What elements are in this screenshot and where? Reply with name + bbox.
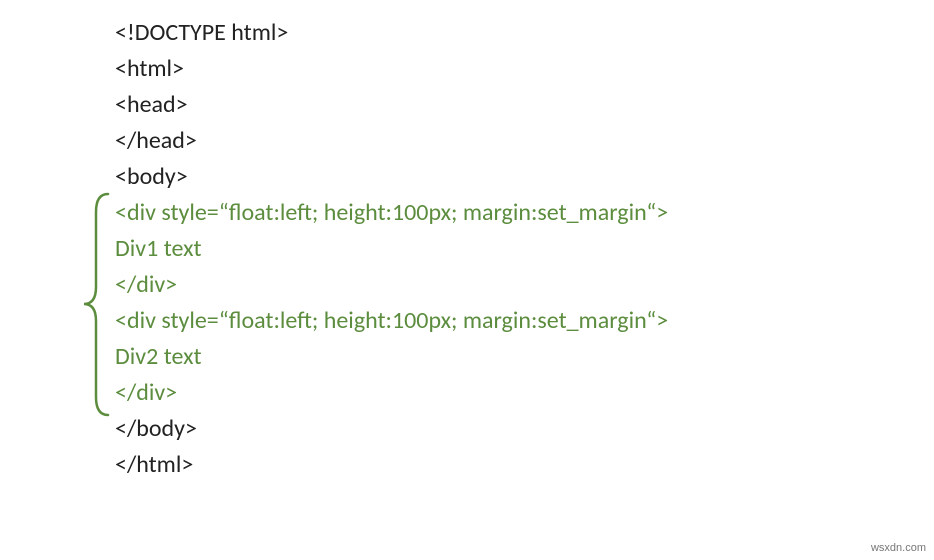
code-line: <!DOCTYPE html> (80, 15, 934, 51)
code-line: </div> (80, 375, 934, 411)
code-line: <html> (80, 51, 934, 87)
code-line: <head> (80, 87, 934, 123)
code-line: </div> (80, 267, 934, 303)
code-line: </head> (80, 123, 934, 159)
code-line: <div style=“float:left; height:100px; ma… (80, 195, 934, 231)
curly-brace-icon (80, 192, 110, 417)
code-block: <!DOCTYPE html> <html> <head> </head> <b… (0, 0, 934, 483)
watermark-text: wsxdn.com (871, 542, 926, 554)
code-line: Div2 text (80, 339, 934, 375)
code-line: </html> (80, 447, 934, 483)
code-line: <div style=“float:left; height:100px; ma… (80, 303, 934, 339)
code-line: </body> (80, 411, 934, 447)
code-line: <body> (80, 159, 934, 195)
code-line: Div1 text (80, 231, 934, 267)
